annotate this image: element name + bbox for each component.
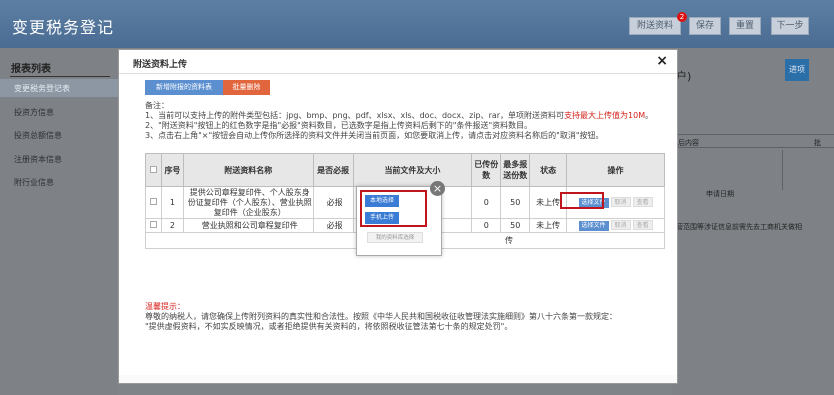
col-header-ops: 操作	[566, 153, 665, 187]
notes: 备注： 1、当前可以支持上传的附件类型包括：jpg、bmp、png、pdf、xl…	[145, 101, 653, 141]
sidebar-item-investor[interactable]: 投资方信息	[14, 107, 54, 118]
background-col-header-2: 批	[814, 139, 821, 147]
row-uploaded: 0	[471, 218, 502, 233]
row-required: 必报	[312, 186, 354, 219]
background-form: 户) 后内容 批 申请日期 营范围等涉证信息前需先去工商机关做相	[672, 48, 834, 395]
row-name: 营业执照和公司章程复印件	[182, 218, 314, 233]
view-button[interactable]: 查看	[632, 197, 653, 207]
col-header-name: 附送资料名称	[182, 153, 314, 187]
tip-text: 尊敬的纳税人，请您确保上传附列资料的真实性和合法性。按照《中华人民共和国税收征收…	[145, 312, 617, 332]
tip-title: 温馨提示：	[145, 302, 185, 311]
sidebar-item-registered-capital[interactable]: 注册资本信息	[14, 154, 62, 165]
choose-file-button[interactable]: 选择文件	[578, 221, 609, 231]
sidebar-title: 报表列表	[11, 64, 51, 75]
table-header-row: 序号 附送资料名称 是否必报 当前文件及大小 已传份数 最多报送份数 状态 操作	[145, 153, 665, 187]
row-required: 必报	[312, 218, 354, 233]
row-name: 提供公司章程复印件、个人股东身份证复印件（个人股东）、营业执照复印件（企业股东）	[182, 186, 314, 219]
footer-text-right: 传	[505, 236, 513, 245]
col-header-uploaded: 已传份数	[471, 153, 502, 187]
page-title: 变更税务登记	[12, 18, 115, 37]
view-button[interactable]: 查看	[632, 220, 653, 230]
batch-delete-button[interactable]: 批量删除	[223, 80, 270, 95]
select-all-checkbox[interactable]	[149, 165, 157, 173]
sidebar-item-investment-total[interactable]: 投资总额信息	[14, 130, 62, 141]
cancel-button[interactable]: 取消	[610, 220, 631, 230]
row-no: 1	[160, 186, 184, 219]
row-checkbox[interactable]	[149, 198, 157, 205]
background-col-header: 后内容	[678, 139, 699, 147]
add-attachment-button[interactable]: 新增附报的资料表	[145, 80, 223, 95]
tip-line-1: 尊敬的纳税人，请您确保上传附列资料的真实性和合法性。按照《中华人民共和国税收征收…	[145, 312, 617, 321]
attach-button[interactable]: 附送资料	[629, 17, 681, 35]
modal-title: 附送资料上传	[133, 60, 188, 70]
row-uploaded: 0	[471, 186, 502, 219]
col-header-file: 当前文件及大小	[352, 153, 473, 187]
notes-line-1: 1、当前可以支持上传的附件类型包括：jpg、bmp、png、pdf、xlsx、x…	[145, 111, 654, 120]
row-max: 50	[500, 186, 531, 219]
tip-line-2: "提供虚假资料，不如实反映情况，或者拒绝提供有关资料的，将依照税收征管法第七十条…	[145, 322, 513, 331]
cancel-button[interactable]: 取消	[610, 197, 631, 207]
col-header-max: 最多报送份数	[500, 153, 531, 187]
notes-label: 备注：	[145, 101, 169, 110]
sidebar: 报表列表 变更税务登记表 投资方信息 投资总额信息 注册资本信息 附行业信息	[0, 48, 118, 395]
notes-line-3: 3、点击右上角"×"按钮会自动上传你所选择的资料文件并关闭当前页面，如您要取消上…	[145, 131, 604, 140]
save-button[interactable]: 保存	[689, 17, 721, 35]
notes-size-limit: 支持最大上传值为10M	[564, 111, 646, 120]
attach-badge: 2	[677, 12, 687, 22]
notes-line-2: 2、"附送资料"按钮上的红色数字是指"必报"资料数目，已选数字是指上传资料后剩下…	[145, 121, 533, 130]
row-no: 2	[160, 218, 184, 233]
row-checkbox[interactable]	[149, 221, 157, 228]
highlight-popup-options	[360, 190, 427, 227]
modal-header: 附送资料上传 ×	[119, 50, 677, 74]
row-status: 未上传	[529, 218, 568, 233]
sidebar-divider	[10, 76, 110, 77]
popup-close-icon[interactable]: ×	[430, 181, 445, 196]
sidebar-item-change-registration[interactable]: 变更税务登记表	[14, 83, 70, 94]
col-header-no: 序号	[160, 153, 184, 187]
background-note: 营范围等涉证信息前需先去工商机关做相	[676, 223, 802, 231]
next-button[interactable]: 下一步	[771, 17, 809, 35]
modal-footer	[119, 375, 677, 383]
upload-modal: 附送资料上传 × 新增附报的资料表 批量删除 备注： 1、当前可以支持上传的附件…	[118, 49, 678, 384]
background-fragment: 户)	[676, 70, 692, 83]
close-icon[interactable]: ×	[656, 53, 668, 69]
row-ops: 选择文件 取消 查看	[566, 218, 665, 233]
row-max: 50	[500, 218, 531, 233]
background-apply-date: 申请日期	[706, 190, 734, 198]
enter-button[interactable]: 进项	[785, 59, 809, 81]
sidebar-item-industry[interactable]: 附行业信息	[14, 177, 54, 188]
highlight-choose-file	[560, 192, 604, 209]
col-header-status: 状态	[529, 153, 568, 187]
library-select-button[interactable]: 我的资料库选择	[367, 232, 423, 243]
col-header-required: 是否必报	[312, 153, 354, 187]
reset-button[interactable]: 重置	[729, 17, 761, 35]
